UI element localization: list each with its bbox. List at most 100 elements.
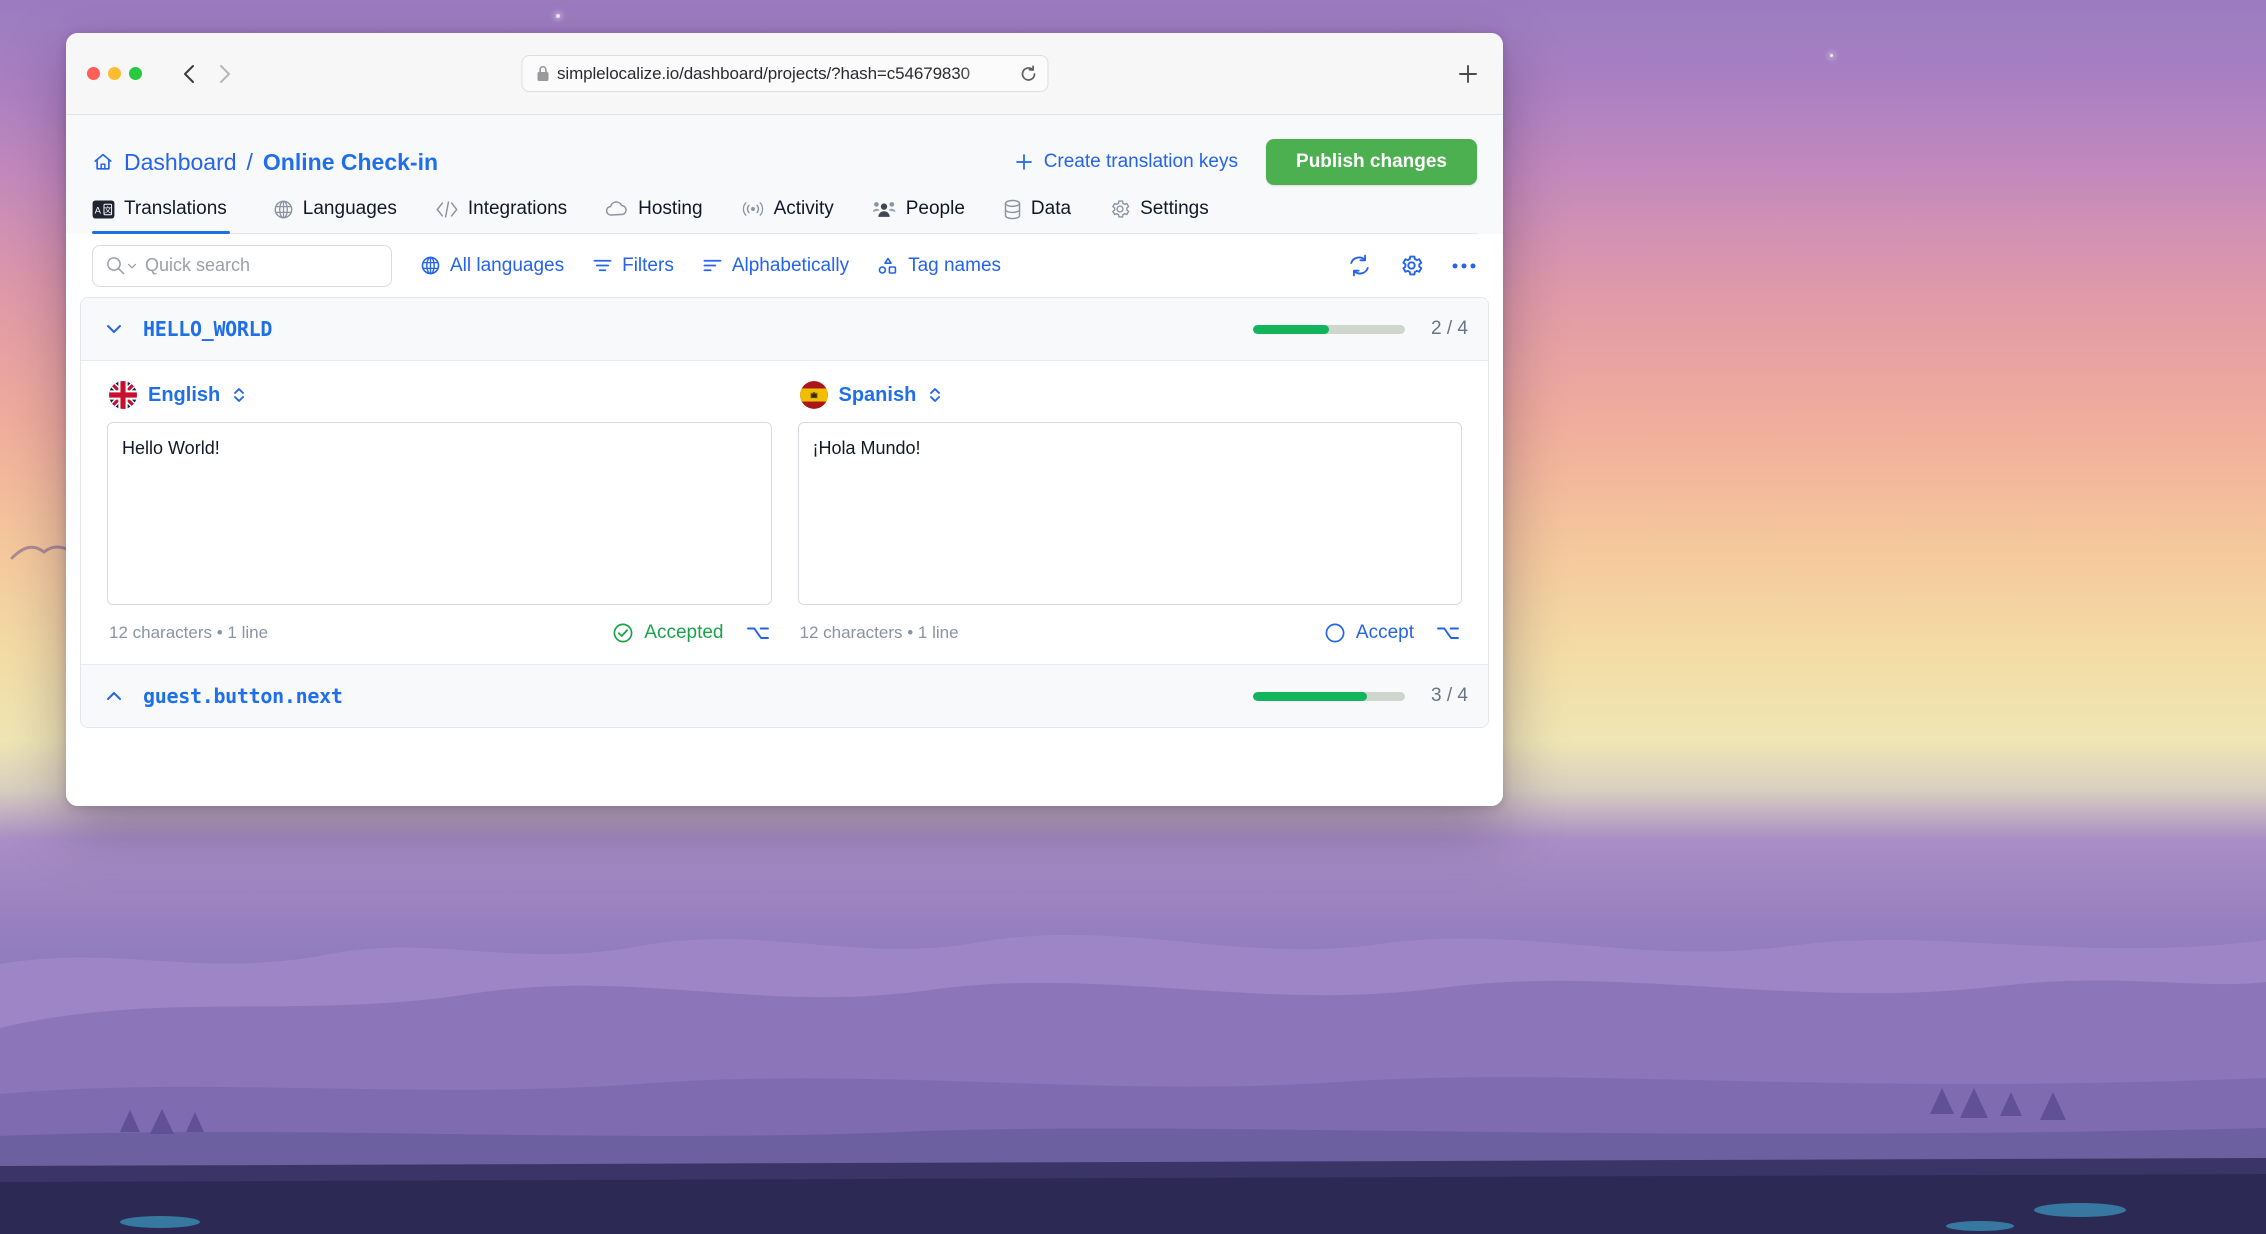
breadcrumb-dashboard-link[interactable]: Dashboard — [124, 149, 237, 176]
translation-editors: English 12 characters • 1 line — [81, 361, 1488, 664]
minimize-window-button[interactable] — [108, 67, 121, 80]
check-circle-icon — [613, 623, 633, 643]
option-key-icon[interactable] — [746, 623, 770, 643]
refresh-icon[interactable] — [1347, 253, 1372, 278]
translation-column-english: English 12 characters • 1 line — [107, 381, 772, 656]
cloud-icon — [605, 200, 629, 218]
translation-textarea-spanish[interactable] — [797, 422, 1462, 605]
search-box[interactable] — [92, 244, 392, 287]
language-selector-icon[interactable] — [927, 385, 943, 405]
breadcrumb-separator: / — [246, 148, 253, 175]
language-selector-icon[interactable] — [231, 385, 247, 405]
all-languages-filter[interactable]: All languages — [420, 255, 564, 277]
chevron-down-icon — [127, 263, 137, 268]
home-icon[interactable] — [92, 151, 114, 173]
tab-people[interactable]: People — [853, 198, 984, 233]
plus-icon — [1015, 154, 1032, 170]
translation-footer: 12 characters • 1 line Accepted — [107, 610, 772, 656]
star — [1830, 54, 1833, 57]
translation-key-name: guest.button.next — [143, 684, 343, 708]
chevron-left-icon — [184, 64, 194, 83]
desktop-wallpaper: simplelocalize.io/dashboard/projects/?ha… — [0, 0, 2266, 1234]
translation-column-spanish: Spanish 12 characters • 1 line — [797, 381, 1463, 656]
navigation-buttons — [175, 59, 239, 89]
translation-key-card: HELLO_WORLD 2 / 4 English Hello World! 1… — [80, 297, 1489, 728]
close-window-button[interactable] — [87, 67, 100, 80]
translation-key-header[interactable]: HELLO_WORLD 2 / 4 — [81, 298, 1488, 361]
more-horizontal-icon[interactable] — [1451, 261, 1477, 271]
plus-icon — [1459, 64, 1477, 83]
language-header: Spanish — [798, 381, 1463, 409]
chevron-up-icon[interactable] — [99, 685, 129, 707]
translations-toolbar: All languages Filters Alphabetically — [66, 234, 1503, 297]
tab-label: Activity — [773, 198, 834, 219]
window-controls[interactable] — [87, 67, 142, 80]
translation-key-header[interactable]: guest.button.next 3 / 4 — [81, 664, 1488, 727]
status-label: Accept — [1355, 622, 1414, 643]
character-count: 12 characters • 1 line — [799, 623, 959, 642]
mountain-silhouette — [0, 934, 2266, 1234]
star — [556, 14, 560, 18]
create-translation-keys-button[interactable]: Create translation keys — [1014, 151, 1238, 173]
tab-label: Translations — [124, 198, 227, 219]
filter-label: Filters — [622, 254, 674, 276]
tag-names-button[interactable]: Tag names — [877, 255, 1001, 277]
tab-activity[interactable]: Activity — [722, 198, 853, 233]
filters-button[interactable]: Filters — [592, 255, 674, 277]
progress-label: 3 / 4 — [1431, 685, 1468, 706]
tab-label: Settings — [1140, 198, 1209, 219]
new-tab-button[interactable] — [1451, 57, 1485, 91]
character-count: 12 characters • 1 line — [109, 623, 269, 642]
translations-list: HELLO_WORLD 2 / 4 English Hello World! 1… — [66, 297, 1503, 806]
broadcast-icon — [741, 200, 765, 218]
svg-text:文: 文 — [104, 204, 112, 214]
forward-button[interactable] — [209, 59, 239, 89]
create-translation-keys-label: Create translation keys — [1043, 151, 1239, 172]
translation-key-name: HELLO_WORLD — [143, 317, 273, 341]
tab-hosting[interactable]: Hosting — [586, 198, 721, 233]
tab-settings[interactable]: Settings — [1090, 198, 1228, 233]
lock-icon — [536, 65, 549, 82]
svg-text:A: A — [95, 205, 102, 216]
filter-label: Tag names — [908, 254, 1002, 276]
translate-icon: A 文 — [92, 199, 115, 219]
language-name: Spanish — [838, 383, 917, 406]
browser-titlebar: simplelocalize.io/dashboard/projects/?ha… — [66, 33, 1503, 115]
language-name: English — [148, 383, 221, 406]
tag-shapes-icon — [878, 257, 897, 274]
gear-icon — [1109, 198, 1131, 220]
tab-translations[interactable]: A 文 Translations — [92, 198, 246, 234]
header-actions: Create translation keys Publish changes — [1014, 139, 1477, 185]
tab-integrations[interactable]: Integrations — [416, 198, 586, 233]
tab-label: Data — [1030, 198, 1072, 219]
sort-icon — [703, 259, 722, 272]
chevron-down-icon[interactable] — [99, 318, 129, 340]
translation-textarea-english[interactable] — [107, 422, 772, 605]
progress-bar — [1253, 691, 1405, 701]
people-icon — [872, 199, 897, 219]
progress-bar — [1253, 324, 1405, 334]
spain-flag-icon — [799, 381, 828, 409]
tab-data[interactable]: Data — [984, 198, 1090, 233]
search-input[interactable] — [145, 255, 379, 276]
back-button[interactable] — [175, 59, 205, 89]
gear-icon[interactable] — [1399, 253, 1424, 278]
filter-icon — [593, 259, 612, 272]
database-icon — [1003, 199, 1022, 220]
reload-button[interactable] — [1019, 64, 1037, 83]
accept-button[interactable]: Accept — [1324, 622, 1414, 644]
address-bar[interactable]: simplelocalize.io/dashboard/projects/?ha… — [521, 55, 1048, 92]
sort-alphabetically-button[interactable]: Alphabetically — [702, 255, 849, 277]
option-key-icon[interactable] — [1436, 623, 1460, 643]
app-header: Dashboard / Online Check-in Create trans… — [66, 115, 1503, 234]
tab-label: People — [905, 198, 965, 219]
breadcrumb-current-project[interactable]: Online Check-in — [263, 149, 438, 176]
url-text: simplelocalize.io/dashboard/projects/?ha… — [557, 63, 970, 83]
progress-label: 2 / 4 — [1431, 318, 1468, 339]
maximize-window-button[interactable] — [129, 67, 142, 80]
accepted-status-button[interactable]: Accepted — [612, 622, 724, 644]
tab-languages[interactable]: Languages — [254, 198, 416, 233]
tab-label: Hosting — [638, 198, 703, 219]
publish-changes-button[interactable]: Publish changes — [1266, 139, 1477, 185]
toolbar-icon-buttons — [1347, 253, 1477, 278]
